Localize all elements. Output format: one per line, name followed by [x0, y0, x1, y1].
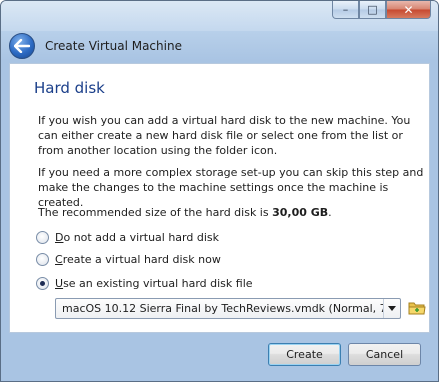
recommended-size-text: The recommended size of the hard disk is… — [38, 206, 332, 219]
radio-existing-disk[interactable] — [36, 277, 49, 290]
recommended-prefix: The recommended size of the hard disk is — [38, 206, 273, 219]
chevron-down-icon[interactable] — [383, 299, 400, 318]
folder-icon — [408, 302, 426, 315]
minimize-button[interactable]: – — [332, 1, 359, 19]
create-button[interactable]: Create — [268, 343, 341, 366]
close-icon: ✕ — [403, 2, 414, 17]
wizard-page: Hard disk If you wish you can add a virt… — [9, 63, 430, 333]
disk-file-select[interactable]: macOS 10.12 Sierra Final by TechReviews.… — [55, 298, 401, 319]
page-title: Hard disk — [34, 79, 105, 97]
mnemonic: C — [55, 253, 63, 266]
label-rest: reate a virtual hard disk now — [62, 253, 221, 266]
maximize-button[interactable]: □ — [359, 1, 386, 19]
radio-create-disk[interactable] — [36, 253, 49, 266]
recommended-size-value: 30,00 GB — [272, 206, 329, 219]
window-title: Create Virtual Machine — [45, 39, 182, 53]
option-existing-disk-label: Use an existing virtual hard disk file — [55, 277, 253, 290]
recommended-suffix: . — [328, 206, 332, 219]
disk-file-select-value: macOS 10.12 Sierra Final by TechReviews.… — [62, 302, 383, 315]
back-arrow-icon — [14, 39, 30, 53]
label-rest: o not add a virtual hard disk — [63, 231, 219, 244]
mnemonic: U — [55, 277, 64, 290]
option-create-disk-label: Create a virtual hard disk now — [55, 253, 221, 266]
minimize-icon: – — [342, 3, 349, 16]
option-no-disk[interactable]: Do not add a virtual hard disk — [36, 231, 219, 244]
advanced-paragraph: If you need a more complex storage set-u… — [38, 166, 424, 209]
choose-disk-folder-button[interactable] — [408, 300, 426, 316]
intro-paragraph: If you wish you can add a virtual hard d… — [38, 114, 411, 157]
caption-buttons: – □ ✕ — [332, 1, 431, 20]
label-rest: se an existing virtual hard disk file — [63, 277, 253, 290]
option-no-disk-label: Do not add a virtual hard disk — [55, 231, 219, 244]
back-button[interactable] — [9, 33, 35, 59]
create-vm-dialog: – □ ✕ Create Virtual Machine Hard disk I… — [0, 0, 439, 382]
option-existing-disk[interactable]: Use an existing virtual hard disk file — [36, 277, 253, 290]
cancel-button[interactable]: Cancel — [348, 343, 421, 366]
radio-no-disk[interactable] — [36, 231, 49, 244]
radio-selected-dot — [40, 281, 45, 286]
option-create-disk[interactable]: Create a virtual hard disk now — [36, 253, 221, 266]
maximize-icon: □ — [367, 3, 378, 16]
close-button[interactable]: ✕ — [386, 1, 431, 19]
